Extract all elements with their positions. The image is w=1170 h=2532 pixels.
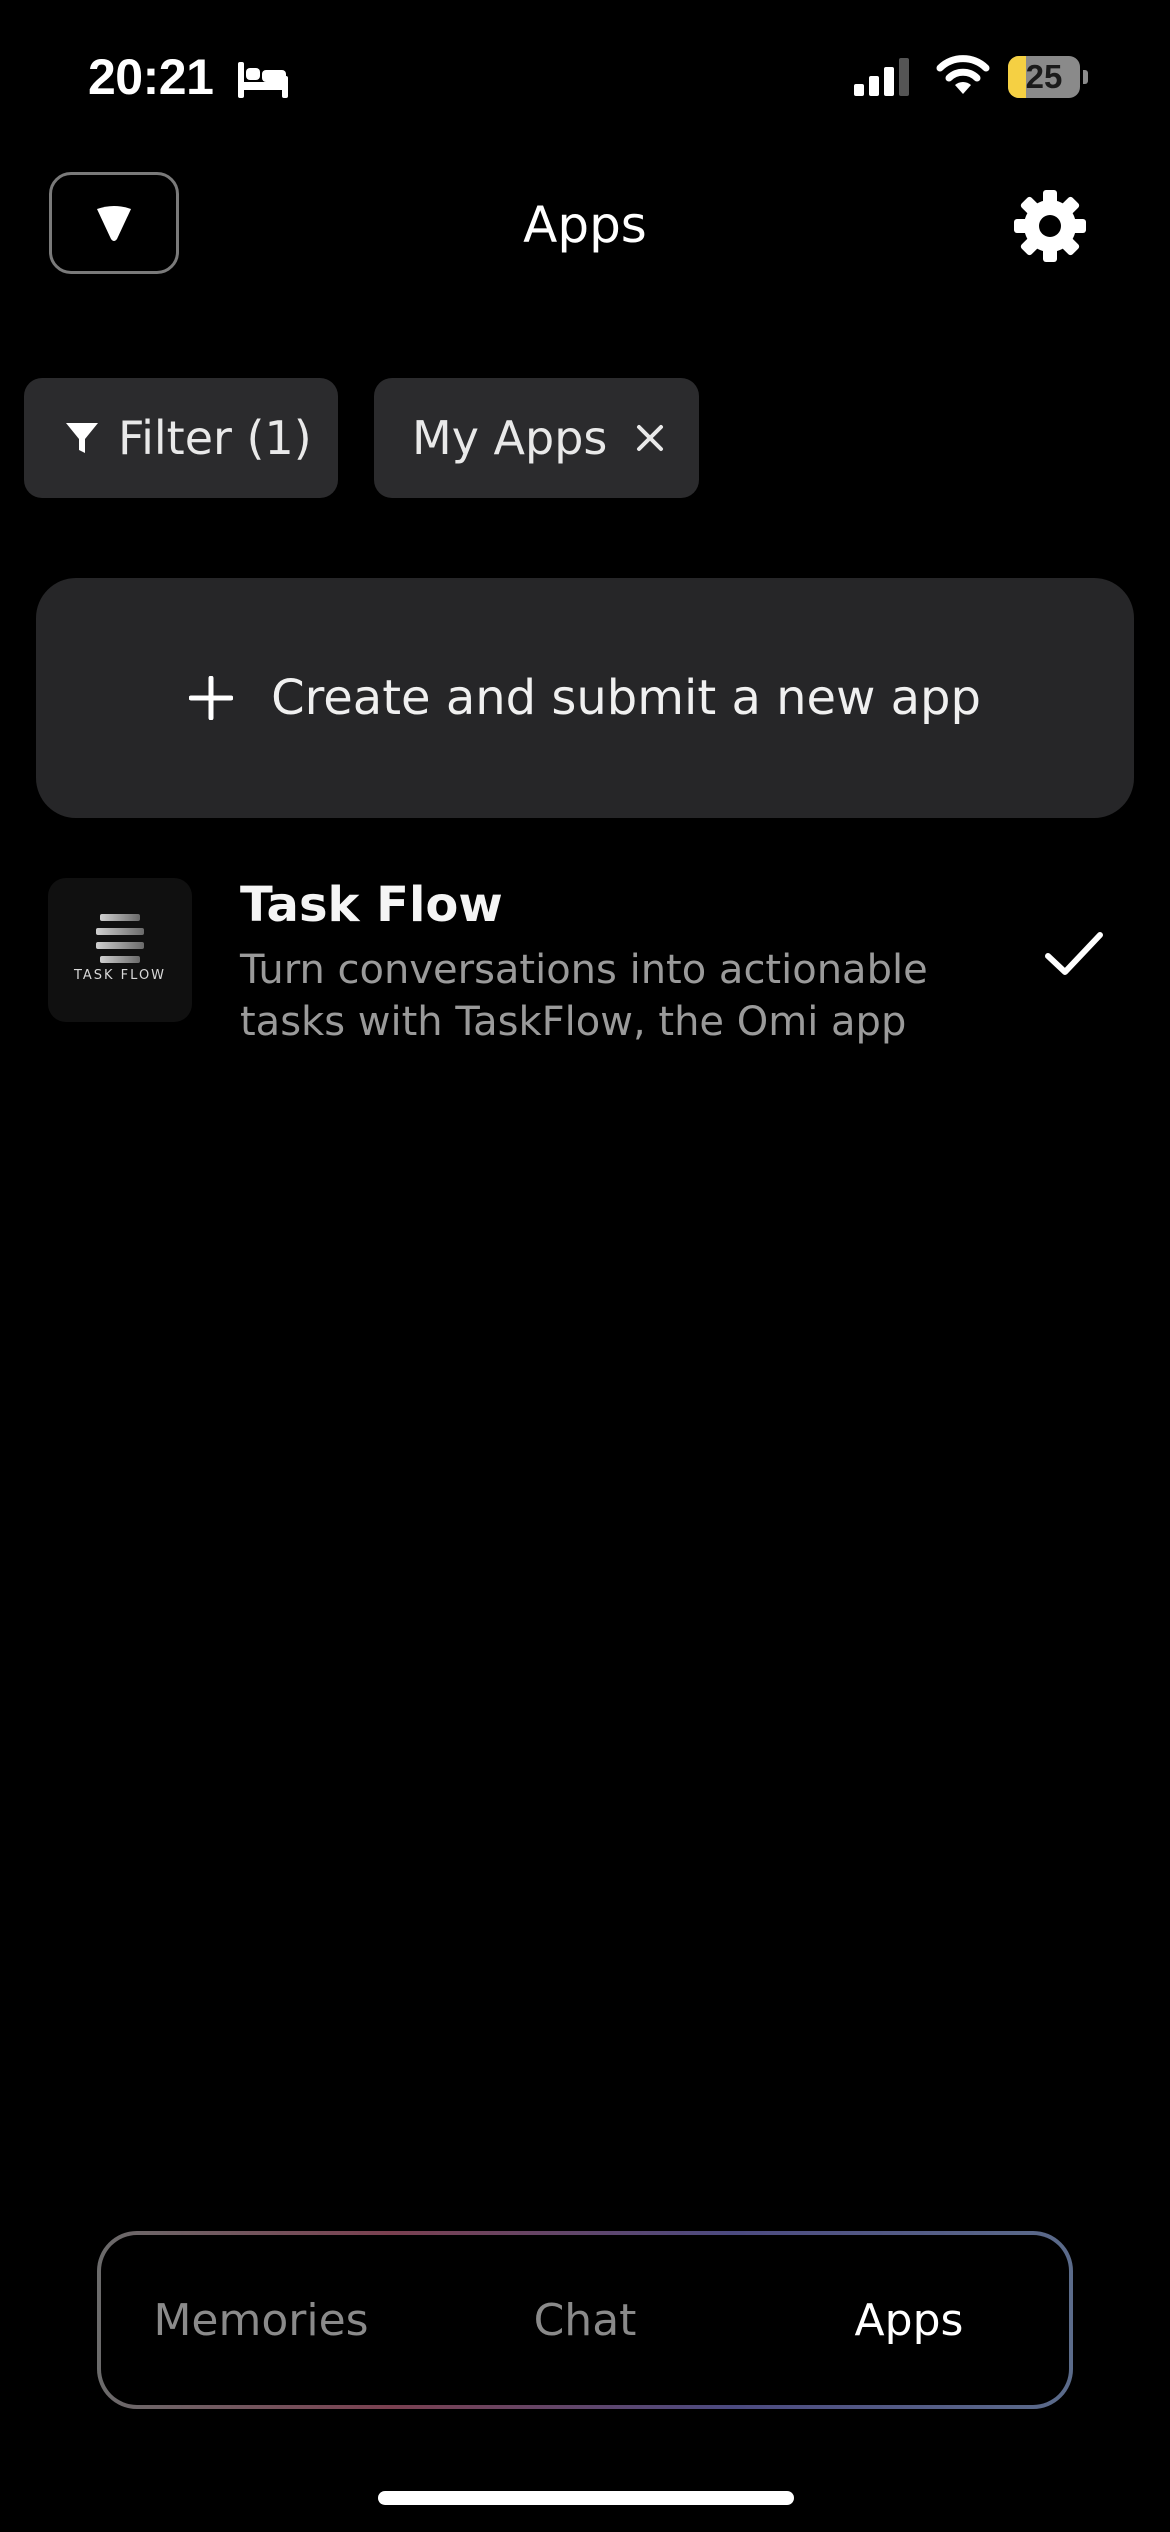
- signal-icon: [854, 58, 909, 96]
- tab-memories[interactable]: Memories: [101, 2235, 421, 2405]
- list-item[interactable]: TASK FLOW Task Flow Turn conversations i…: [0, 870, 1170, 1050]
- app-name: Task Flow: [240, 877, 503, 933]
- omi-device-button[interactable]: [49, 172, 179, 274]
- tab-apps[interactable]: Apps: [749, 2235, 1069, 2405]
- check-icon[interactable]: [1044, 930, 1104, 978]
- bed-icon: [238, 62, 288, 98]
- app-icon-text: TASK FLOW: [73, 968, 167, 983]
- battery-level: 25: [1025, 58, 1063, 95]
- bottom-nav: Memories Chat Apps: [97, 2231, 1073, 2409]
- my-apps-chip[interactable]: My Apps: [374, 378, 699, 498]
- my-apps-label: My Apps: [412, 411, 608, 465]
- wifi-icon: [936, 55, 990, 94]
- create-app-button[interactable]: Create and submit a new app: [36, 578, 1134, 818]
- create-app-label: Create and submit a new app: [271, 670, 981, 726]
- battery-icon: 25: [1008, 56, 1088, 98]
- home-indicator[interactable]: [378, 2491, 794, 2505]
- filter-chip[interactable]: Filter (1): [24, 378, 338, 498]
- close-icon[interactable]: [635, 423, 665, 453]
- tab-chat[interactable]: Chat: [425, 2235, 745, 2405]
- page-title: Apps: [523, 196, 647, 254]
- app-icon: TASK FLOW: [48, 878, 192, 1022]
- filter-icon: [66, 423, 98, 453]
- plus-icon: [189, 676, 234, 720]
- status-time: 20:21: [88, 49, 214, 105]
- omi-device-icon: [97, 206, 131, 241]
- app-description: Turn conversations into actionable tasks…: [240, 947, 928, 1045]
- gear-icon[interactable]: [1010, 186, 1090, 266]
- filter-label: Filter (1): [118, 411, 312, 465]
